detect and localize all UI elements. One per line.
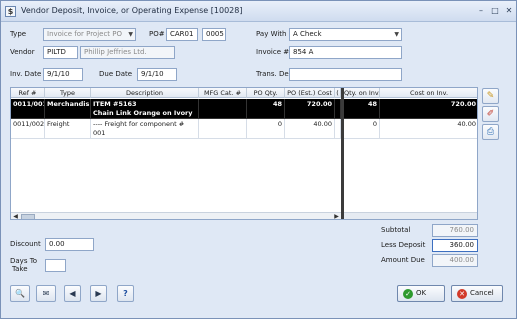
invoice-number-field[interactable]: 854 A	[289, 46, 402, 59]
help-icon[interactable]: ?	[117, 285, 134, 302]
type-select[interactable]: Invoice for Project PO ▼	[43, 28, 136, 41]
line-items-grid[interactable]: Ref # Type Description MFG Cat. # PO Qty…	[10, 87, 478, 220]
cell-cost-inv[interactable]: 720.00	[380, 99, 477, 119]
ok-label: OK	[416, 289, 427, 297]
cell-po-qty: 0	[247, 119, 285, 139]
col-description[interactable]: Description	[91, 88, 199, 98]
checkmark-icon: ✓	[403, 289, 413, 299]
cancel-button[interactable]: ✕ Cancel	[451, 285, 503, 302]
cell-type: Freight	[45, 119, 91, 139]
dialog-window: $ Vendor Deposit, Invoice, or Operating …	[0, 0, 517, 319]
horizontal-scrollbar[interactable]: ◀ ▶	[11, 212, 341, 219]
cell-qty-inv[interactable]: 0	[344, 119, 380, 139]
edit-pencil-icon[interactable]: ✎	[482, 88, 499, 104]
table-row[interactable]: 0011/001 Merchandis ITEM #5163 Chain Lin…	[11, 99, 477, 119]
col-ref[interactable]: Ref #	[11, 88, 45, 98]
erase-brush-icon[interactable]: ✐	[482, 106, 499, 122]
po-number-field[interactable]: CAR01	[166, 28, 198, 41]
attach-icon[interactable]: ✉	[36, 285, 56, 302]
type-value: Invoice for Project PO	[47, 30, 123, 38]
days-label-line2: Take	[12, 265, 28, 273]
invdate-label: Inv. Date	[10, 70, 42, 78]
description-line-2: Chain Link Orange on Ivory	[93, 109, 193, 117]
scrollbar-thumb[interactable]	[21, 214, 35, 219]
trans-desc-field[interactable]	[289, 68, 402, 81]
cell-po-cost: 40.00	[285, 119, 335, 139]
vendor-name-field: Phillip Jeffries Ltd.	[80, 46, 175, 59]
duedate-label: Due Date	[99, 70, 133, 78]
previous-arrow-icon[interactable]: ◀	[64, 285, 81, 302]
col-po-cost[interactable]: PO (Est.) Cost	[285, 88, 335, 98]
paywith-label: Pay With	[256, 30, 287, 38]
cell-type: Merchandis	[45, 99, 91, 119]
next-arrow-icon[interactable]: ▶	[90, 285, 107, 302]
col-cost-inv[interactable]: Cost on Inv.	[380, 88, 477, 98]
cell-mfg	[199, 119, 247, 139]
title-bar[interactable]: $ Vendor Deposit, Invoice, or Operating …	[1, 1, 516, 22]
cancel-label: Cancel	[470, 289, 494, 297]
ok-button[interactable]: ✓ OK	[397, 285, 445, 302]
amount-due-label: Amount Due	[381, 256, 425, 264]
table-row[interactable]: 0011/002 Freight ---- Freight for compon…	[11, 119, 477, 139]
less-deposit-field[interactable]: 360.00	[432, 239, 478, 252]
amount-due-field: 400.00	[432, 254, 478, 267]
chevron-down-icon: ▼	[128, 31, 133, 38]
scroll-right-icon[interactable]: ▶	[332, 213, 341, 219]
vendor-label: Vendor	[10, 48, 35, 56]
cell-ref: 0011/002	[11, 119, 45, 139]
cell-ref: 0011/001	[11, 99, 45, 119]
days-label-line1: Days To	[10, 257, 38, 265]
print-report-icon[interactable]: ⎙	[482, 124, 499, 140]
cell-description: ITEM #5163 Chain Link Orange on Ivory	[91, 99, 199, 119]
paywith-value: A Check	[293, 30, 322, 38]
search-icon[interactable]: 🔍	[10, 285, 30, 302]
cell-qty-inv[interactable]: 48	[344, 99, 380, 119]
horizontal-scrollbar-right[interactable]	[344, 212, 477, 219]
discount-label: Discount	[10, 240, 41, 248]
window-title: Vendor Deposit, Invoice, or Operating Ex…	[21, 6, 243, 15]
description-line-2: 001	[93, 129, 106, 137]
cell-po-cost: 720.00	[285, 99, 335, 119]
due-date-field[interactable]: 9/1/10	[137, 68, 177, 81]
grid-splitter[interactable]	[341, 88, 344, 219]
subtotal-field: 760.00	[432, 224, 478, 237]
col-po-qty[interactable]: PO Qty.	[247, 88, 285, 98]
col-qty-inv[interactable]: Qty. on Inv.	[344, 88, 380, 98]
maximize-button[interactable]: □	[489, 5, 501, 17]
description-line-1: ---- Freight for component #	[93, 120, 185, 128]
days-to-take-field[interactable]	[45, 259, 66, 272]
invoice-date-field[interactable]: 9/1/10	[43, 68, 83, 81]
vendor-code-field[interactable]: PILTD	[43, 46, 78, 59]
cell-mfg	[199, 99, 247, 119]
paywith-select[interactable]: A Check ▼	[289, 28, 402, 41]
grid-header: Ref # Type Description MFG Cat. # PO Qty…	[11, 88, 477, 98]
cell-po-qty: 48	[247, 99, 285, 119]
app-icon: $	[5, 6, 16, 17]
po-label: PO#	[149, 30, 165, 38]
close-button[interactable]: ✕	[503, 5, 515, 17]
invoice-label: Invoice #	[256, 48, 290, 56]
cell-cost-inv[interactable]: 40.00	[380, 119, 477, 139]
cell-description: ---- Freight for component # 001	[91, 119, 199, 139]
description-line-1: ITEM #5163	[93, 100, 137, 108]
minimize-button[interactable]: –	[475, 5, 487, 17]
scroll-left-icon[interactable]: ◀	[11, 213, 20, 219]
cancel-icon: ✕	[457, 289, 467, 299]
po-line-field[interactable]: 0005	[202, 28, 226, 41]
discount-field[interactable]: 0.00	[45, 238, 94, 251]
subtotal-label: Subtotal	[381, 226, 411, 234]
chevron-down-icon: ▼	[394, 31, 399, 38]
type-label: Type	[10, 30, 27, 38]
col-mfg-cat[interactable]: MFG Cat. #	[199, 88, 247, 98]
less-deposit-label: Less Deposit	[381, 241, 426, 249]
col-type[interactable]: Type	[45, 88, 91, 98]
